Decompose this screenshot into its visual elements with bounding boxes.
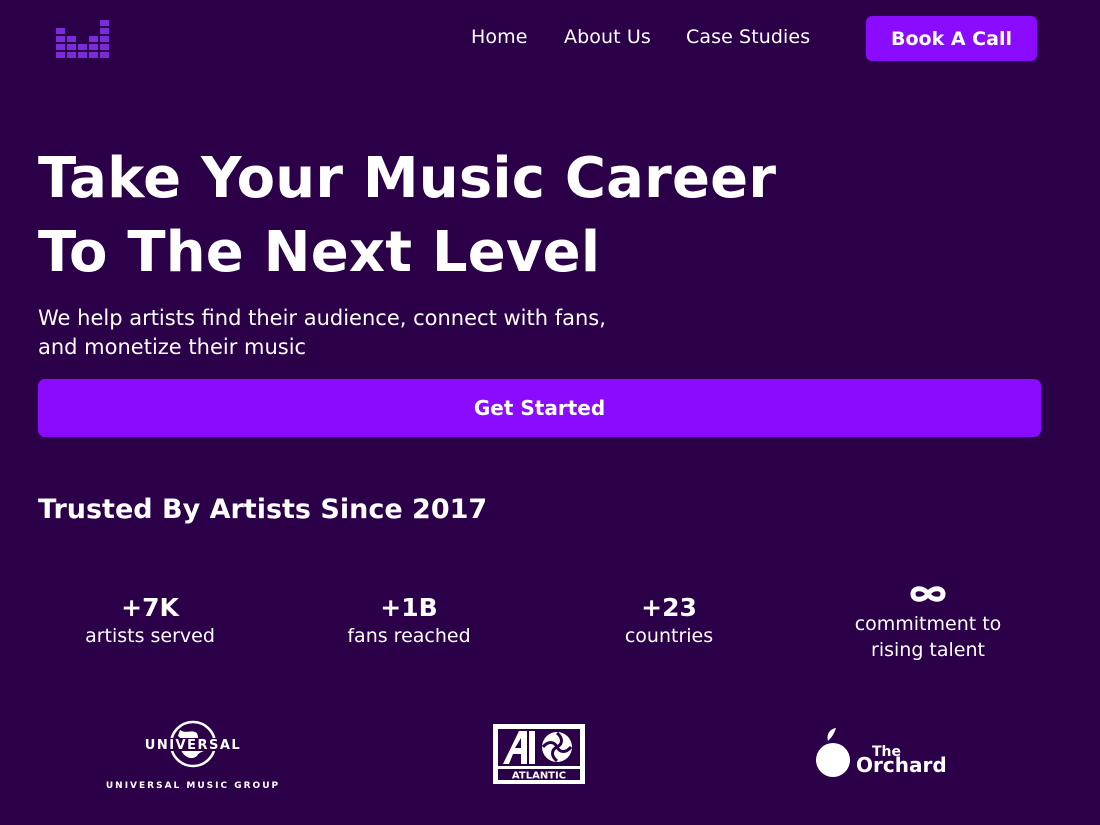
hero-title-line-2: To The Next Level	[38, 220, 601, 285]
the-orchard-logo: The Orchard	[816, 728, 947, 777]
equalizer-logo-icon[interactable]	[56, 20, 110, 58]
hero-title: Take Your Music Career To The Next Level	[38, 142, 776, 290]
hero-subtitle-line-2: and monetize their music	[38, 335, 307, 359]
stat-countries: +23 countries	[549, 593, 789, 649]
stat-artists-served: +7K artists served	[30, 593, 270, 649]
atlantic-wordmark: ATLANTIC	[512, 771, 566, 782]
stat-label-line-1: commitment to	[854, 613, 1002, 635]
stat-value: +1B	[380, 593, 438, 622]
universal-wordmark: UNIVERSAL	[145, 738, 241, 753]
nav-link-about-us[interactable]: About Us	[564, 26, 651, 48]
nav-link-home[interactable]: Home	[471, 26, 528, 48]
universal-music-group-text: UNIVERSAL MUSIC GROUP	[106, 781, 280, 791]
peach-icon	[816, 728, 850, 777]
universal-music-group-logo: UNIVERSAL UNIVERSAL MUSIC GROUP	[106, 720, 280, 791]
stat-label: countries	[624, 625, 714, 647]
hero-subtitle-line-1: We help artists find their audience, con…	[38, 306, 606, 330]
stat-label: commitment to rising talent	[808, 611, 1048, 663]
nav-link-case-studies[interactable]: Case Studies	[686, 26, 810, 48]
stat-label: fans reached	[347, 625, 471, 647]
book-a-call-button[interactable]: Book A Call	[866, 16, 1037, 61]
orchard-wordmark: Orchard	[856, 753, 947, 777]
stat-label: artists served	[85, 625, 215, 647]
infinity-icon	[910, 586, 946, 602]
stat-value: +7K	[121, 593, 179, 622]
hero-title-line-1: Take Your Music Career	[38, 146, 777, 211]
stat-fans-reached: +1B fans reached	[289, 593, 529, 649]
stat-commitment: commitment to rising talent	[808, 583, 1048, 663]
hero-subtitle: We help artists find their audience, con…	[38, 304, 658, 362]
atlantic-logo: ATLANTIC	[493, 724, 585, 784]
stat-value: +23	[641, 593, 697, 622]
get-started-button[interactable]: Get Started	[38, 379, 1041, 437]
trusted-heading: Trusted By Artists Since 2017	[38, 494, 488, 525]
stat-label-line-2: rising talent	[871, 639, 985, 661]
